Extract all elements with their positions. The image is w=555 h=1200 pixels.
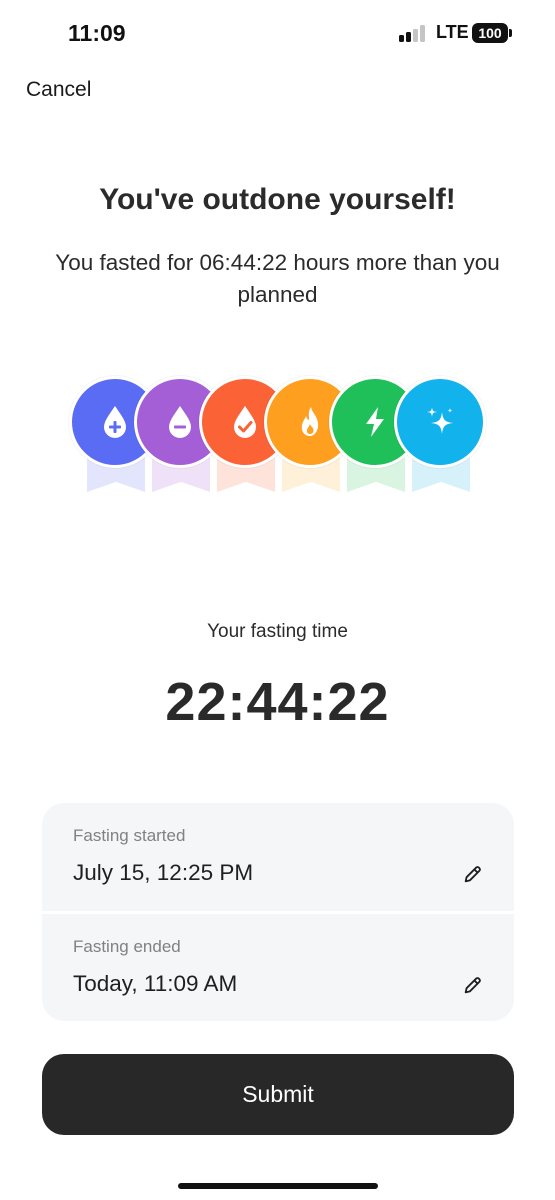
badge-row xyxy=(0,370,555,500)
drop-check-icon xyxy=(234,406,256,438)
home-indicator xyxy=(178,1183,378,1189)
lightning-icon xyxy=(366,407,384,437)
badge-sparkles xyxy=(394,370,488,495)
fasting-ended-label: Fasting ended xyxy=(73,937,181,956)
drop-minus-icon xyxy=(169,406,191,438)
battery-cap xyxy=(509,29,512,37)
cancel-button[interactable]: Cancel xyxy=(26,78,91,102)
fasting-time-value: 22:44:22 xyxy=(165,672,390,732)
submit-button[interactable]: Submit xyxy=(42,1054,514,1135)
fasting-ended-value: Today, 11:09 AM xyxy=(73,971,238,996)
badge-medal xyxy=(394,376,486,468)
battery-icon: 100 xyxy=(472,23,508,43)
fasting-started-row[interactable]: Fasting started July 15, 12:25 PM xyxy=(42,803,514,911)
page-title: You've outdone yourself! xyxy=(99,183,456,216)
subtitle: You fasted for 06:44:22 hours more than … xyxy=(55,250,500,307)
flame-icon xyxy=(301,407,319,436)
sparkles-icon xyxy=(427,407,453,434)
signal-strength-icon xyxy=(399,24,429,42)
network-type: LTE xyxy=(436,22,469,42)
drop-plus-icon xyxy=(104,406,126,438)
fasting-started-value: July 15, 12:25 PM xyxy=(73,860,254,885)
fasting-time-label: Your fasting time xyxy=(207,621,348,642)
status-time: 11:09 xyxy=(68,20,126,46)
fasting-ended-row[interactable]: Fasting ended Today, 11:09 AM xyxy=(42,914,514,1021)
status-bar: 11:09 LTE 100 xyxy=(0,0,555,66)
fasting-details-card: Fasting started July 15, 12:25 PM Fastin… xyxy=(42,803,514,1021)
edit-pencil-icon[interactable] xyxy=(462,863,484,885)
edit-pencil-icon[interactable] xyxy=(462,974,484,996)
fasting-started-label: Fasting started xyxy=(73,826,186,845)
